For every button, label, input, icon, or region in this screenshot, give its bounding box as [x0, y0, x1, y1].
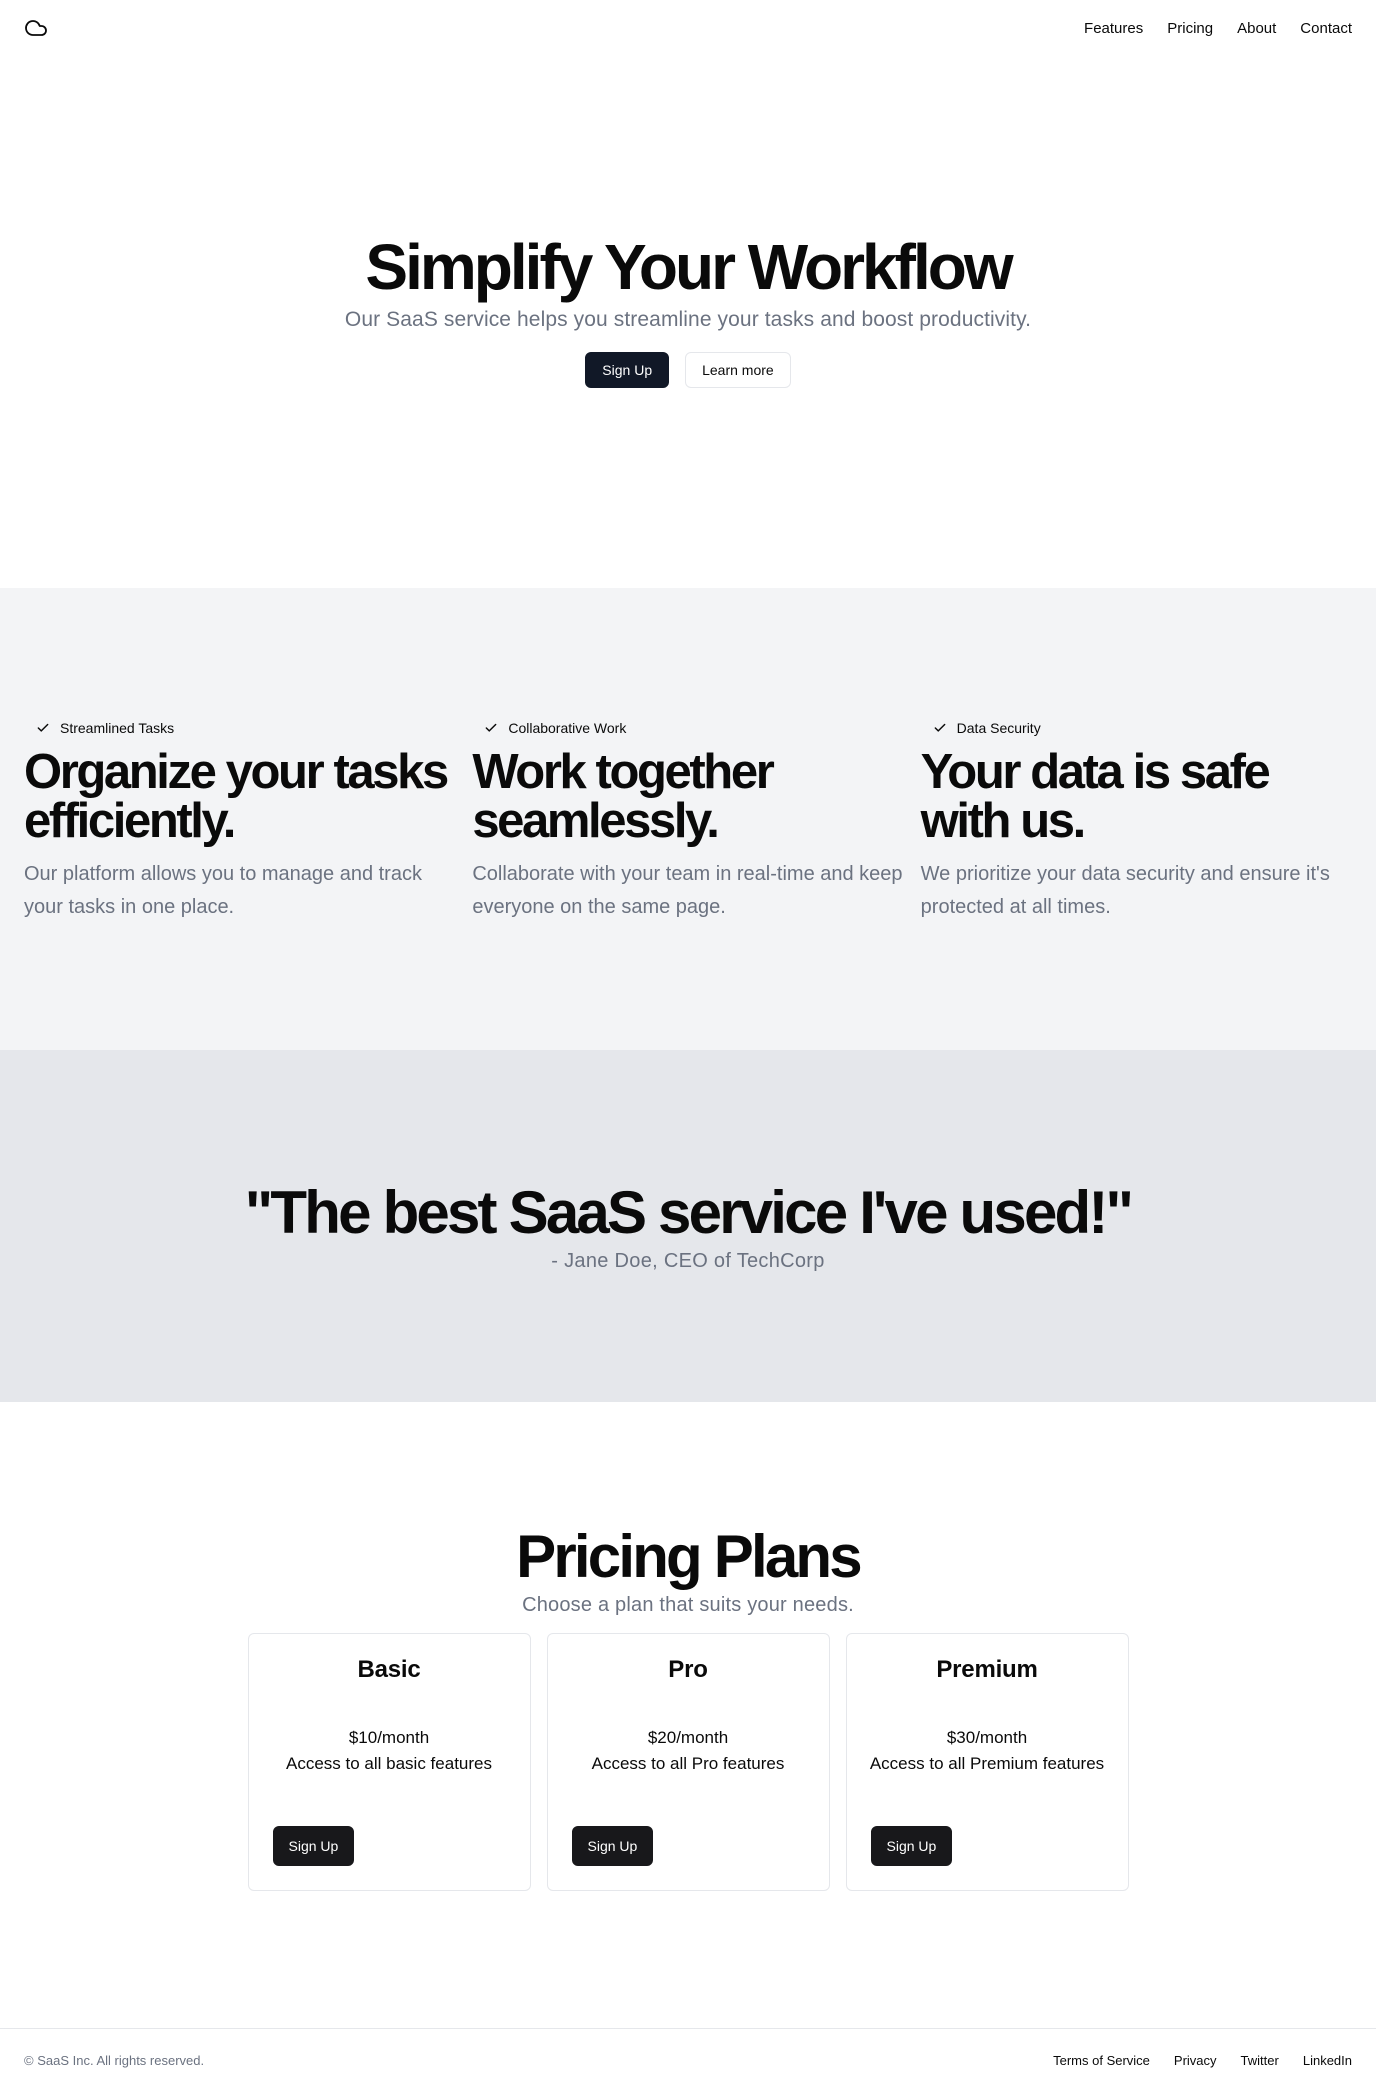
- nav-link-contact[interactable]: Contact: [1300, 20, 1352, 37]
- plan-price: $20/month: [647, 1728, 729, 1747]
- pricing-subtitle: Choose a plan that suits your needs.: [522, 1594, 854, 1616]
- learn-more-button[interactable]: Learn more: [685, 352, 791, 389]
- footer-link-twitter[interactable]: Twitter: [1241, 2053, 1279, 2068]
- footer-nav: Terms of Service Privacy Twitter LinkedI…: [1053, 2053, 1352, 2068]
- feature-description: Our platform allows you to manage and tr…: [24, 863, 422, 918]
- hero-buttons: Sign Up Learn more: [585, 352, 791, 389]
- feature-tag-label: Data Security: [956, 720, 1041, 736]
- hero-subtitle: Our SaaS service helps you streamline yo…: [344, 308, 1032, 332]
- plan-card-premium: Premium $30/month Access to all Premium …: [845, 1633, 1129, 1891]
- feature-description: We prioritize your data security and ens…: [920, 863, 1330, 918]
- pricing-plans: Basic $10/month Access to all basic feat…: [247, 1633, 1129, 1891]
- plan-sign-up-button[interactable]: Sign Up: [272, 1826, 355, 1866]
- feature-title: Organize your tasks efficiently.: [24, 745, 449, 848]
- main-nav: Features Pricing About Contact: [1084, 20, 1352, 37]
- feature-tag: Collaborative Work: [472, 720, 903, 736]
- plan-name: Premium: [936, 1656, 1038, 1683]
- feature-title: Work together seamlessly.: [472, 745, 774, 848]
- landing-page: Features Pricing About Contact Simplify …: [0, 0, 1376, 2092]
- hero-section: Simplify Your Workflow Our SaaS service …: [0, 56, 1376, 588]
- feature-tag: Streamlined Tasks: [24, 720, 455, 736]
- plan-name: Basic: [357, 1656, 421, 1683]
- hero-sign-up-button[interactable]: Sign Up: [585, 352, 670, 389]
- plan-description: Access to all basic features: [286, 1754, 492, 1773]
- testimonial-section: "The best SaaS service I've used!" - Jan…: [0, 1050, 1376, 1402]
- site-footer: © SaaS Inc. All rights reserved. Terms o…: [0, 2028, 1376, 2092]
- plan-sign-up-button[interactable]: Sign Up: [870, 1826, 953, 1866]
- pricing-section: Pricing Plans Choose a plan that suits y…: [0, 1402, 1376, 2028]
- cloud-icon[interactable]: [24, 16, 48, 40]
- testimonial-author: - Jane Doe, CEO of TechCorp: [551, 1249, 825, 1272]
- footer-link-terms[interactable]: Terms of Service: [1053, 2053, 1150, 2068]
- features-section: Streamlined Tasks Organize your tasks ef…: [0, 588, 1376, 1050]
- feature-title: Your data is safe with us.: [920, 745, 1271, 848]
- plan-price: $10/month: [348, 1728, 430, 1747]
- plan-card-basic: Basic $10/month Access to all basic feat…: [247, 1633, 531, 1891]
- feature-tag-label: Collaborative Work: [508, 720, 627, 736]
- check-icon: [37, 723, 49, 732]
- check-icon: [934, 723, 946, 732]
- plan-card-pro: Pro $20/month Access to all Pro features…: [546, 1633, 830, 1891]
- footer-link-privacy[interactable]: Privacy: [1174, 2053, 1217, 2068]
- feature-card: Streamlined Tasks Organize your tasks ef…: [24, 588, 455, 1050]
- copyright-text: © SaaS Inc. All rights reserved.: [24, 2053, 205, 2068]
- pricing-title: Pricing Plans: [516, 1523, 863, 1590]
- feature-card: Data Security Your data is safe with us.…: [921, 588, 1352, 1050]
- nav-link-features[interactable]: Features: [1084, 20, 1143, 37]
- feature-description: Collaborate with your team in real-time …: [472, 863, 903, 918]
- nav-link-pricing[interactable]: Pricing: [1167, 20, 1213, 37]
- feature-tag: Data Security: [921, 720, 1352, 736]
- hero-title: Simplify Your Workflow: [365, 230, 1013, 303]
- nav-link-about[interactable]: About: [1237, 20, 1276, 37]
- plan-name: Pro: [668, 1656, 708, 1683]
- feature-tag-label: Streamlined Tasks: [60, 720, 175, 736]
- check-icon: [485, 723, 497, 732]
- footer-link-linkedin[interactable]: LinkedIn: [1303, 2053, 1352, 2068]
- feature-card: Collaborative Work Work together seamles…: [472, 588, 903, 1050]
- site-header: Features Pricing About Contact: [0, 0, 1376, 56]
- plan-description: Access to all Pro features: [591, 1754, 785, 1773]
- plan-sign-up-button[interactable]: Sign Up: [571, 1826, 654, 1866]
- plan-price: $30/month: [946, 1728, 1028, 1747]
- testimonial-quote: "The best SaaS service I've used!": [244, 1178, 1134, 1246]
- plan-description: Access to all Premium features: [869, 1754, 1105, 1773]
